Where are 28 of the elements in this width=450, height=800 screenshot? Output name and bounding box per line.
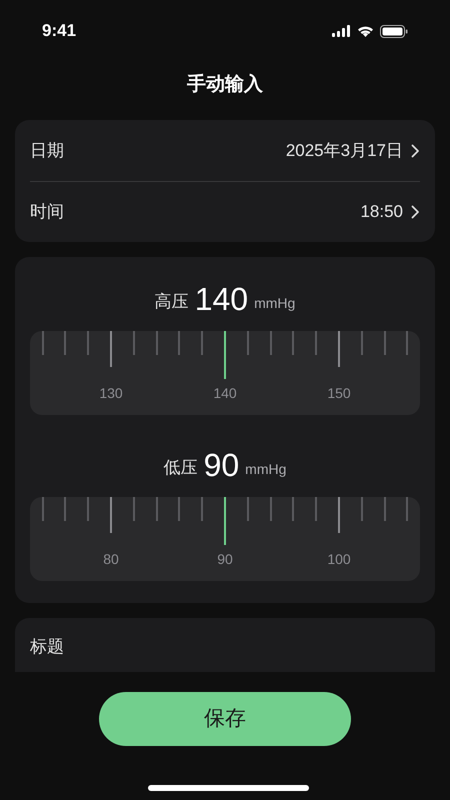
picker-value: 140	[194, 281, 248, 317]
tick-label: 100	[326, 550, 352, 569]
row-value-button[interactable]: 18:50	[360, 199, 420, 225]
ruler-picker[interactable]: 130 140 150	[30, 331, 420, 415]
tick-label: 140	[212, 384, 238, 403]
tick-label: 80	[102, 550, 120, 569]
page-title: 手动输入	[187, 72, 263, 97]
unit-label: mmHg	[245, 460, 286, 479]
save-button[interactable]: 保存	[99, 692, 351, 746]
status-time: 9:41	[42, 20, 76, 42]
title-field-label: 标题	[30, 636, 64, 658]
row-label: 日期	[30, 140, 64, 162]
chevron-right-icon	[411, 205, 420, 219]
wifi-icon	[357, 25, 374, 37]
picker-value: 90	[204, 447, 240, 483]
row-value-button[interactable]: 2025年3月17日	[286, 138, 420, 164]
tick-label: 150	[326, 384, 352, 403]
picker-label: 低压	[164, 456, 198, 478]
ruler-picker[interactable]: 80 90 100	[30, 497, 420, 581]
battery-icon	[380, 24, 408, 38]
unit-label: mmHg	[254, 294, 296, 313]
signal-icon	[332, 25, 351, 37]
row-label: 时间	[30, 201, 64, 224]
chevron-right-icon	[411, 144, 420, 158]
picker-label: 高压	[154, 290, 189, 312]
tick-label: 90	[216, 550, 234, 569]
title-card[interactable]: 标题	[15, 618, 435, 672]
tick-label: 130	[98, 384, 124, 403]
